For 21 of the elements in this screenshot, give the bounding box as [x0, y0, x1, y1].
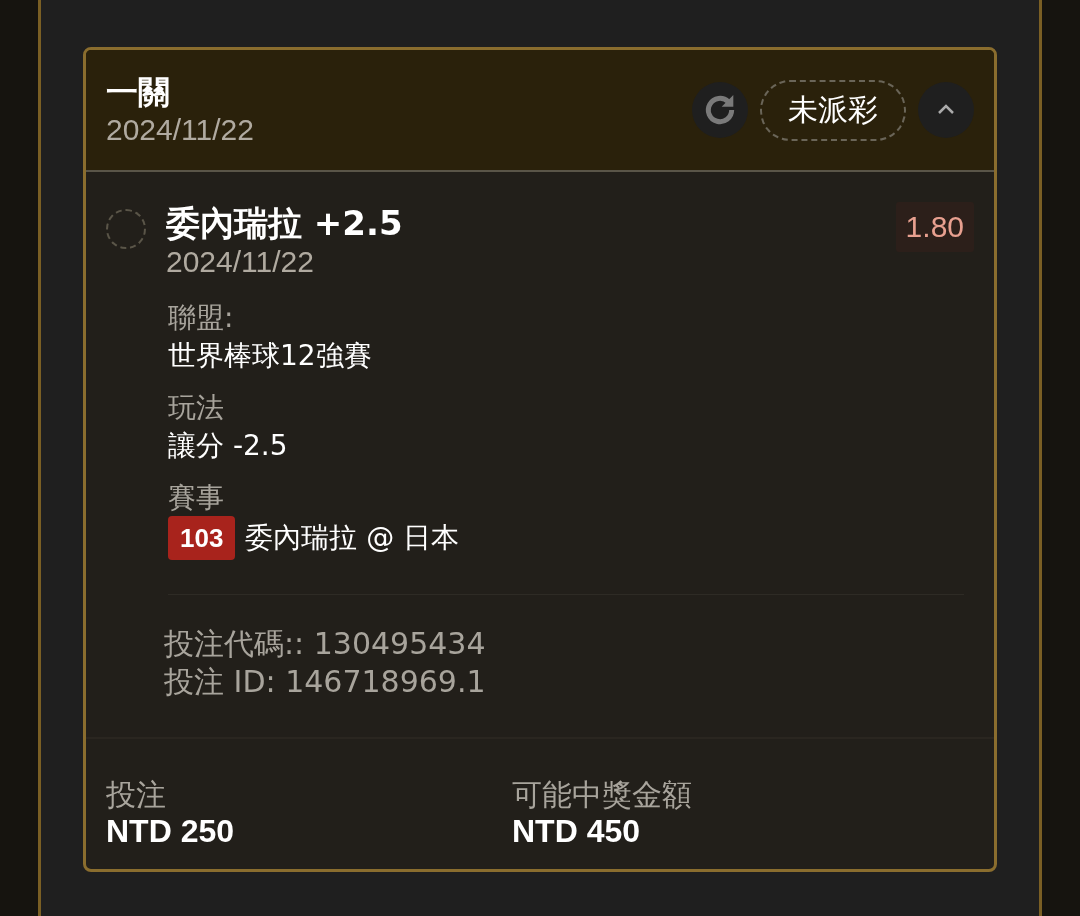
odds-value: 1.80 [895, 202, 974, 252]
match-number-badge: 103 [168, 516, 236, 560]
detail-value: 世界棒球12強賽 [168, 338, 372, 374]
detail-label: 玩法 [168, 390, 225, 426]
bet-type-title: 一關 [106, 72, 171, 112]
summary-label: 可能中獎金額 [512, 777, 693, 813]
detail-value: 讓分 -2.5 [168, 428, 288, 464]
bet-id-text: 投注代碼:: 130495434 [164, 625, 487, 663]
bet-date: 2024/11/22 [106, 112, 255, 148]
selection-name: 委內瑞拉 +2.5 [166, 202, 404, 244]
detail-label: 聯盟: [168, 300, 235, 336]
status-pill: 未派彩 [760, 79, 906, 141]
summary-amount: NTD 250 [106, 813, 236, 849]
summary-label: 投注 [106, 777, 167, 813]
bet-id-text: 投注 ID: 146718969.1 [164, 663, 487, 701]
summary-amount: NTD 450 [512, 813, 642, 849]
detail-label: 賽事 [168, 480, 225, 516]
refresh-button[interactable] [692, 82, 748, 138]
selection-circle [106, 209, 146, 249]
detail-value: 委內瑞拉 @ 日本 [245, 520, 460, 556]
selection-date: 2024/11/22 [166, 244, 315, 280]
